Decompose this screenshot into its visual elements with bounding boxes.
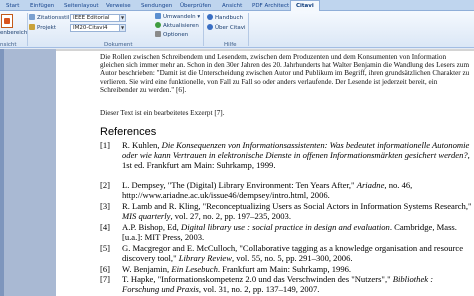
style-icon <box>29 14 35 20</box>
zitationsstil-label: Zitationsstil <box>29 14 69 22</box>
aufgabenbereich-button[interactable]: enbereich <box>0 29 27 37</box>
tab-seitenlayout[interactable]: Seitenlayout <box>64 1 99 11</box>
chevron-down-icon[interactable]: ▼ <box>119 25 125 31</box>
reference-item: [1] R. Kuhlen, Die Konsequenzen von Infor… <box>100 140 470 171</box>
aktualisieren-button[interactable]: Aktualisieren <box>155 22 199 30</box>
tab-einfuegen[interactable]: Einfügen <box>30 1 54 11</box>
reference-item: [6] W. Benjamin, Ein Lesebuch. Frankfurt … <box>100 264 352 274</box>
help-icon <box>207 14 213 20</box>
group-separator <box>27 13 28 46</box>
body-paragraph: Die Rollen zwischen Schreibendem und Les… <box>100 53 470 94</box>
refresh-icon <box>155 22 161 28</box>
chevron-down-icon[interactable]: ▼ <box>119 15 125 21</box>
tab-ansicht[interactable]: Ansicht <box>222 1 242 11</box>
tab-ueberpruefen[interactable]: Überprüfen <box>180 1 211 11</box>
zitationsstil-select[interactable]: IEEE Editorial ▼ <box>70 14 126 22</box>
tab-start[interactable]: Start <box>6 1 19 11</box>
reference-item: [4] A.P. Bishop, Ed, Digital library use … <box>100 222 457 243</box>
group-separator <box>248 13 249 46</box>
ribbon-tab-bar: Start Einfügen Seitenlayout Verweise Sen… <box>0 0 474 11</box>
optionen-button[interactable]: Optionen <box>155 31 188 39</box>
ueber-citavi-button[interactable]: Über Citavi <box>207 24 246 32</box>
tab-citavi[interactable]: Citavi <box>290 0 320 11</box>
excerpt-note: Dieser Text ist ein bearbeitetes Exzerpt… <box>100 109 225 117</box>
references-heading: References <box>100 126 157 138</box>
umwandeln-button[interactable]: Umwandeln ▾ <box>155 13 200 21</box>
project-icon <box>29 24 35 30</box>
handbuch-button[interactable]: Handbuch <box>207 14 243 22</box>
info-icon <box>207 24 213 30</box>
group-dokument-title: Dokument <box>104 42 133 48</box>
reference-item: [5] G. Macgregor and E. McCulloch, "Colla… <box>100 243 464 264</box>
tab-sendungen[interactable]: Sendungen <box>141 1 172 11</box>
projekt-label: Projekt <box>29 24 56 32</box>
page-top-edge <box>56 49 474 51</box>
options-icon <box>155 31 161 37</box>
reference-item: [2] L. Dempsey, "The (Digital) Library En… <box>100 180 413 201</box>
task-pane-icon[interactable] <box>1 14 13 28</box>
ribbon: enbereich nsicht Zitationsstil IEEE Edit… <box>0 11 474 48</box>
reference-item: [7] T. Hapke, "Informationskompetenz 2.0 … <box>100 274 434 295</box>
vertical-ruler <box>0 49 4 296</box>
reference-item: [3] R. Lamb and R. Kling, "Reconceptualiz… <box>100 201 472 222</box>
tab-verweise[interactable]: Verweise <box>106 1 131 11</box>
document-page[interactable]: Die Rollen zwischen Schreibendem und Les… <box>56 49 474 296</box>
group-separator <box>203 13 204 46</box>
projekt-select[interactable]: IM20-Citavi4 ▼ <box>70 24 126 32</box>
tab-pdf-architect[interactable]: PDF Architect <box>252 1 289 11</box>
group-ansicht-title: nsicht <box>0 42 17 48</box>
group-hilfe-title: Hilfe <box>224 42 237 48</box>
convert-icon <box>155 13 161 19</box>
